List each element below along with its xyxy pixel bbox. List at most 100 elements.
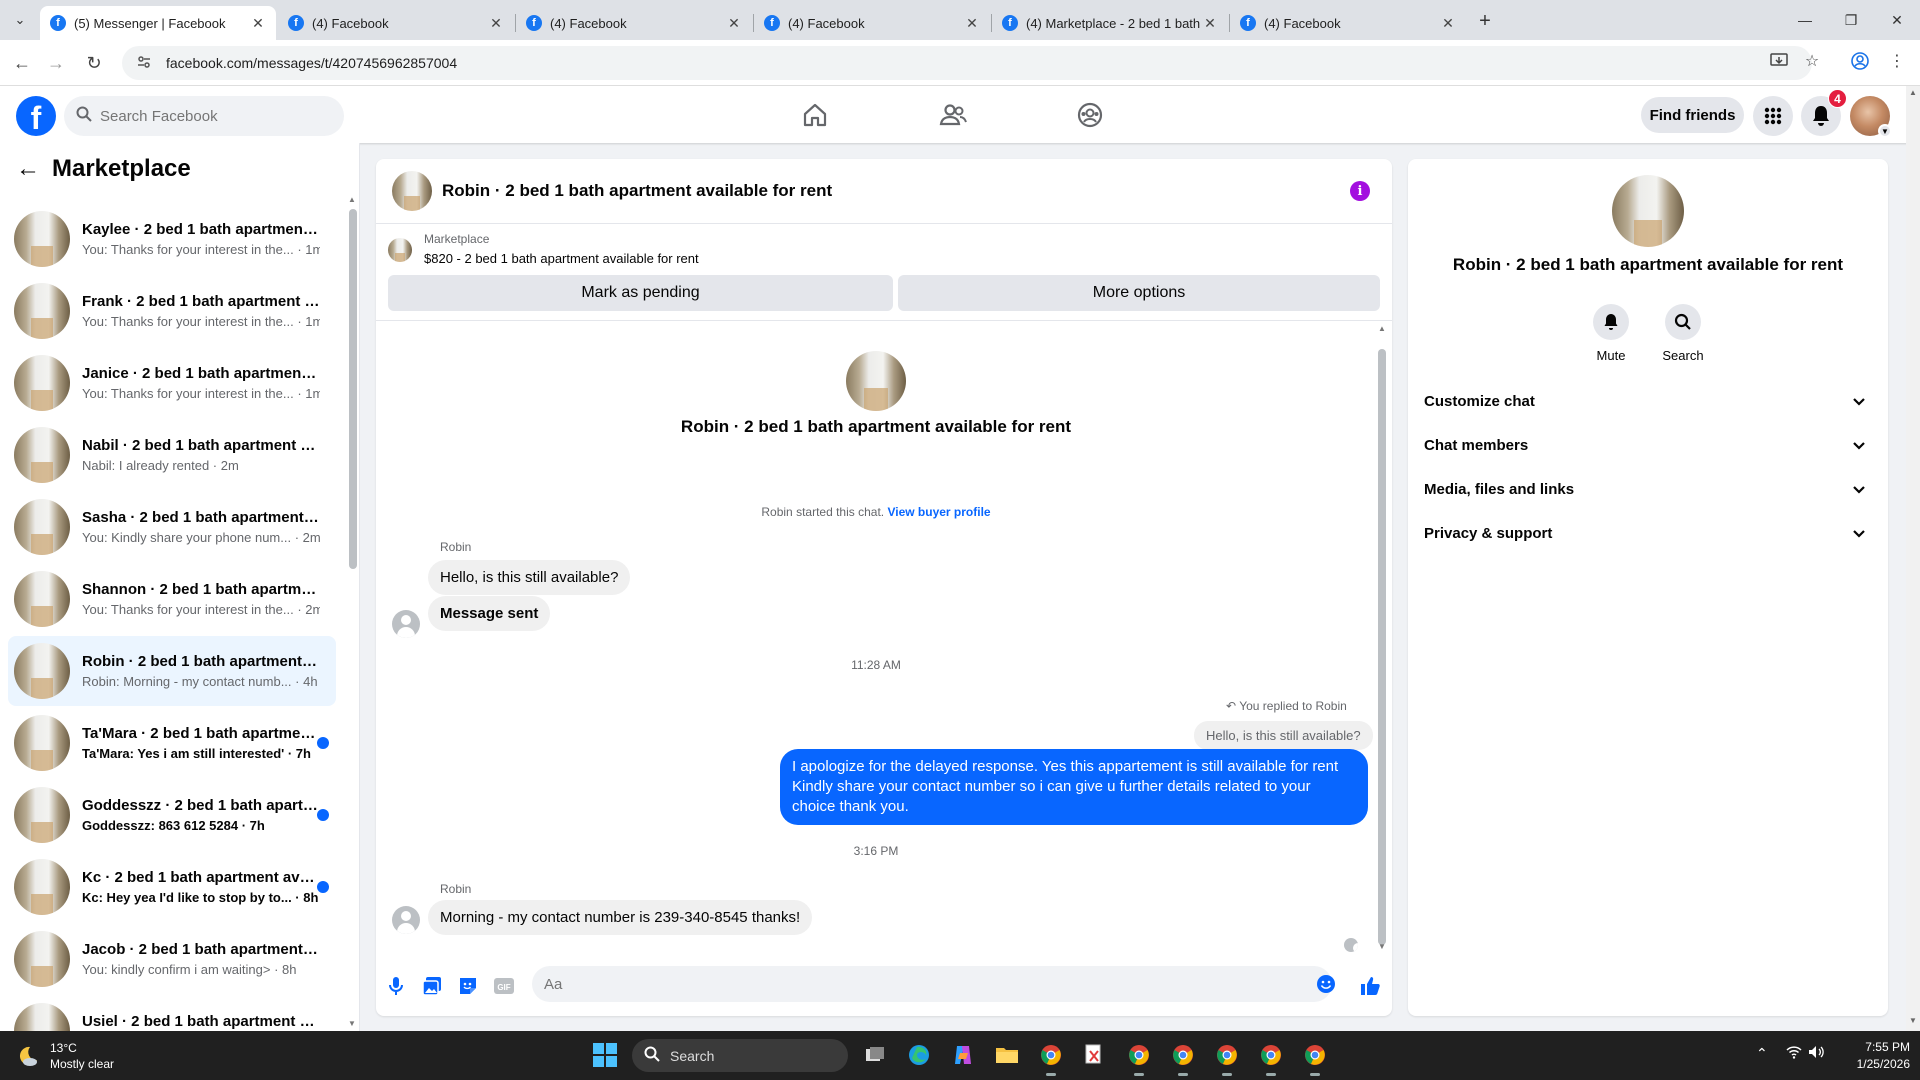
chrome-profile-icon[interactable] bbox=[1212, 1040, 1242, 1076]
menu-grid-icon[interactable] bbox=[1753, 96, 1793, 136]
account-chevron-down-icon[interactable]: ▼ bbox=[1878, 124, 1892, 138]
conversation-info-icon[interactable]: i bbox=[1350, 181, 1370, 201]
sticker-icon[interactable] bbox=[456, 974, 480, 998]
emoji-icon[interactable] bbox=[1316, 974, 1336, 994]
close-tab-icon[interactable]: ✕ bbox=[1440, 15, 1456, 32]
edge-browser-icon[interactable] bbox=[904, 1040, 934, 1070]
scroll-down-arrow-icon[interactable]: ▼ bbox=[1378, 942, 1386, 951]
sender-avatar[interactable] bbox=[392, 906, 420, 934]
microphone-icon[interactable] bbox=[384, 974, 408, 998]
conversation-item[interactable]: Kaylee · 2 bed 1 bath apartment availabl… bbox=[8, 204, 336, 274]
forward-arrow-icon[interactable]: → bbox=[42, 49, 70, 77]
back-arrow-icon[interactable]: ← bbox=[8, 49, 36, 77]
incoming-message[interactable]: Hello, is this still available? bbox=[428, 560, 631, 595]
search-input[interactable] bbox=[100, 107, 320, 125]
install-app-icon[interactable] bbox=[1764, 46, 1794, 76]
chrome-profile-icon[interactable] bbox=[1300, 1040, 1330, 1076]
conversation-item[interactable]: Sasha · 2 bed 1 bath apartment available… bbox=[8, 492, 336, 562]
friends-nav-icon[interactable] bbox=[897, 88, 1009, 141]
task-view-icon[interactable] bbox=[860, 1040, 890, 1070]
site-settings-icon[interactable] bbox=[136, 54, 158, 73]
marketplace-listing-banner[interactable]: Marketplace $820 - 2 bed 1 bath apartmen… bbox=[388, 232, 699, 266]
close-tab-icon[interactable]: ✕ bbox=[250, 15, 266, 32]
more-options-button[interactable]: More options bbox=[898, 275, 1380, 311]
conversation-item[interactable]: Nabil · 2 bed 1 bath apartment available… bbox=[8, 420, 336, 490]
chevron-up-icon[interactable]: ⌃ bbox=[1756, 1045, 1768, 1062]
conversation-item[interactable]: Goddesszz · 2 bed 1 bath apartment avail… bbox=[8, 780, 336, 850]
quoted-message[interactable]: Hello, is this still available? bbox=[1194, 721, 1373, 750]
facebook-logo[interactable]: f bbox=[16, 96, 56, 136]
scroll-up-arrow-icon[interactable]: ▲ bbox=[1909, 88, 1917, 97]
chrome-profile-icon[interactable] bbox=[1124, 1040, 1154, 1076]
chat-profile-avatar[interactable] bbox=[846, 351, 906, 411]
browser-tab[interactable]: f (4) Facebook ✕ bbox=[1230, 6, 1466, 40]
conversation-item[interactable]: Frank · 2 bed 1 bath apartment available… bbox=[8, 276, 336, 346]
sender-avatar[interactable] bbox=[392, 610, 420, 638]
close-tab-icon[interactable]: ✕ bbox=[964, 15, 980, 32]
browser-tab[interactable]: f (4) Facebook ✕ bbox=[754, 6, 990, 40]
volume-icon[interactable] bbox=[1808, 1045, 1824, 1062]
conversation-item[interactable]: Ta'Mara · 2 bed 1 bath apartment availab… bbox=[8, 708, 336, 778]
file-explorer-icon[interactable] bbox=[992, 1040, 1022, 1070]
privacy-support-section[interactable]: Privacy & support bbox=[1416, 511, 1880, 555]
facebook-search-bar[interactable] bbox=[64, 96, 344, 136]
scroll-up-arrow-icon[interactable]: ▲ bbox=[1378, 324, 1386, 333]
chrome-profile-icon[interactable] bbox=[1168, 1040, 1198, 1076]
conversation-item[interactable]: Robin · 2 bed 1 bath apartment available… bbox=[8, 636, 336, 706]
mark-as-pending-button[interactable]: Mark as pending bbox=[388, 275, 893, 311]
sidebar-scrollbar[interactable] bbox=[349, 209, 357, 569]
snipping-tool-icon[interactable] bbox=[1080, 1040, 1110, 1070]
conversation-item[interactable]: Shannon · 2 bed 1 bath apartment availab… bbox=[8, 564, 336, 634]
close-tab-icon[interactable]: ✕ bbox=[488, 15, 504, 32]
conversation-item[interactable]: Jacob · 2 bed 1 bath apartment available… bbox=[8, 924, 336, 994]
scroll-down-arrow-icon[interactable]: ▼ bbox=[348, 1019, 356, 1028]
view-buyer-profile-link[interactable]: View buyer profile bbox=[887, 505, 990, 519]
taskbar-search-box[interactable]: Search bbox=[632, 1039, 848, 1072]
incoming-message[interactable]: Message sent bbox=[428, 596, 551, 631]
bookmark-star-icon[interactable]: ☆ bbox=[1797, 46, 1827, 76]
browser-tab-messenger[interactable]: f (5) Messenger | Facebook ✕ bbox=[40, 6, 276, 40]
conversation-item[interactable]: Janice · 2 bed 1 bath apartment availabl… bbox=[8, 348, 336, 418]
media-files-links-section[interactable]: Media, files and links bbox=[1416, 467, 1880, 511]
system-clock[interactable]: 7:55 PM 1/25/2026 bbox=[1826, 1039, 1910, 1073]
customize-chat-section[interactable]: Customize chat bbox=[1416, 379, 1880, 423]
scroll-up-arrow-icon[interactable]: ▲ bbox=[348, 195, 356, 204]
wifi-icon[interactable] bbox=[1786, 1045, 1802, 1062]
weather-widget[interactable]: 13°C Mostly clear bbox=[16, 1040, 114, 1072]
groups-nav-icon[interactable] bbox=[1034, 88, 1146, 141]
thumbs-up-like-icon[interactable] bbox=[1358, 974, 1382, 998]
search-in-conversation-button[interactable]: Search bbox=[1653, 304, 1713, 363]
chrome-profile-icon[interactable] bbox=[1256, 1040, 1286, 1076]
incoming-message[interactable]: Morning - my contact number is 239-340-8… bbox=[428, 900, 813, 935]
mute-button[interactable]: Mute bbox=[1581, 304, 1641, 363]
chat-title[interactable]: Robin · 2 bed 1 bath apartment available… bbox=[442, 181, 832, 201]
message-input[interactable] bbox=[532, 966, 1332, 1002]
messages-scrollbar[interactable] bbox=[1378, 349, 1386, 945]
outgoing-message[interactable]: I apologize for the delayed response. Ye… bbox=[780, 749, 1368, 825]
reload-icon[interactable]: ↻ bbox=[80, 49, 108, 77]
close-tab-icon[interactable]: ✕ bbox=[726, 15, 742, 32]
restore-icon[interactable]: ❐ bbox=[1828, 0, 1874, 40]
minimize-icon[interactable]: — bbox=[1782, 0, 1828, 40]
close-window-icon[interactable]: ✕ bbox=[1874, 0, 1920, 40]
tab-search-chevron-icon[interactable]: ⌄ bbox=[8, 9, 32, 31]
close-tab-icon[interactable]: ✕ bbox=[1202, 15, 1218, 32]
conversation-item[interactable]: Usiel · 2 bed 1 bath apartment available… bbox=[8, 996, 336, 1031]
photo-gallery-icon[interactable] bbox=[420, 974, 444, 998]
back-arrow-icon[interactable]: ← bbox=[16, 155, 52, 183]
chrome-browser-icon[interactable] bbox=[1036, 1040, 1066, 1076]
gif-icon[interactable]: GIF bbox=[492, 974, 516, 998]
address-bar[interactable]: facebook.com/messages/t/4207456962857004 bbox=[122, 46, 1812, 80]
browser-menu-icon[interactable]: ⋮ bbox=[1882, 46, 1912, 76]
find-friends-button[interactable]: Find friends bbox=[1641, 97, 1744, 133]
details-avatar[interactable] bbox=[1612, 175, 1684, 247]
browser-tab-marketplace[interactable]: f (4) Marketplace - 2 bed 1 bath ✕ bbox=[992, 6, 1228, 40]
chat-listing-avatar[interactable] bbox=[392, 171, 432, 211]
page-scrollbar[interactable]: ▲ ▼ bbox=[1906, 86, 1920, 1031]
new-tab-plus-icon[interactable]: + bbox=[1472, 8, 1498, 34]
profile-account-icon[interactable] bbox=[1845, 46, 1875, 76]
browser-tab[interactable]: f (4) Facebook ✕ bbox=[278, 6, 514, 40]
home-nav-icon[interactable] bbox=[759, 88, 871, 141]
chat-members-section[interactable]: Chat members bbox=[1416, 423, 1880, 467]
scroll-down-arrow-icon[interactable]: ▼ bbox=[1909, 1016, 1917, 1025]
